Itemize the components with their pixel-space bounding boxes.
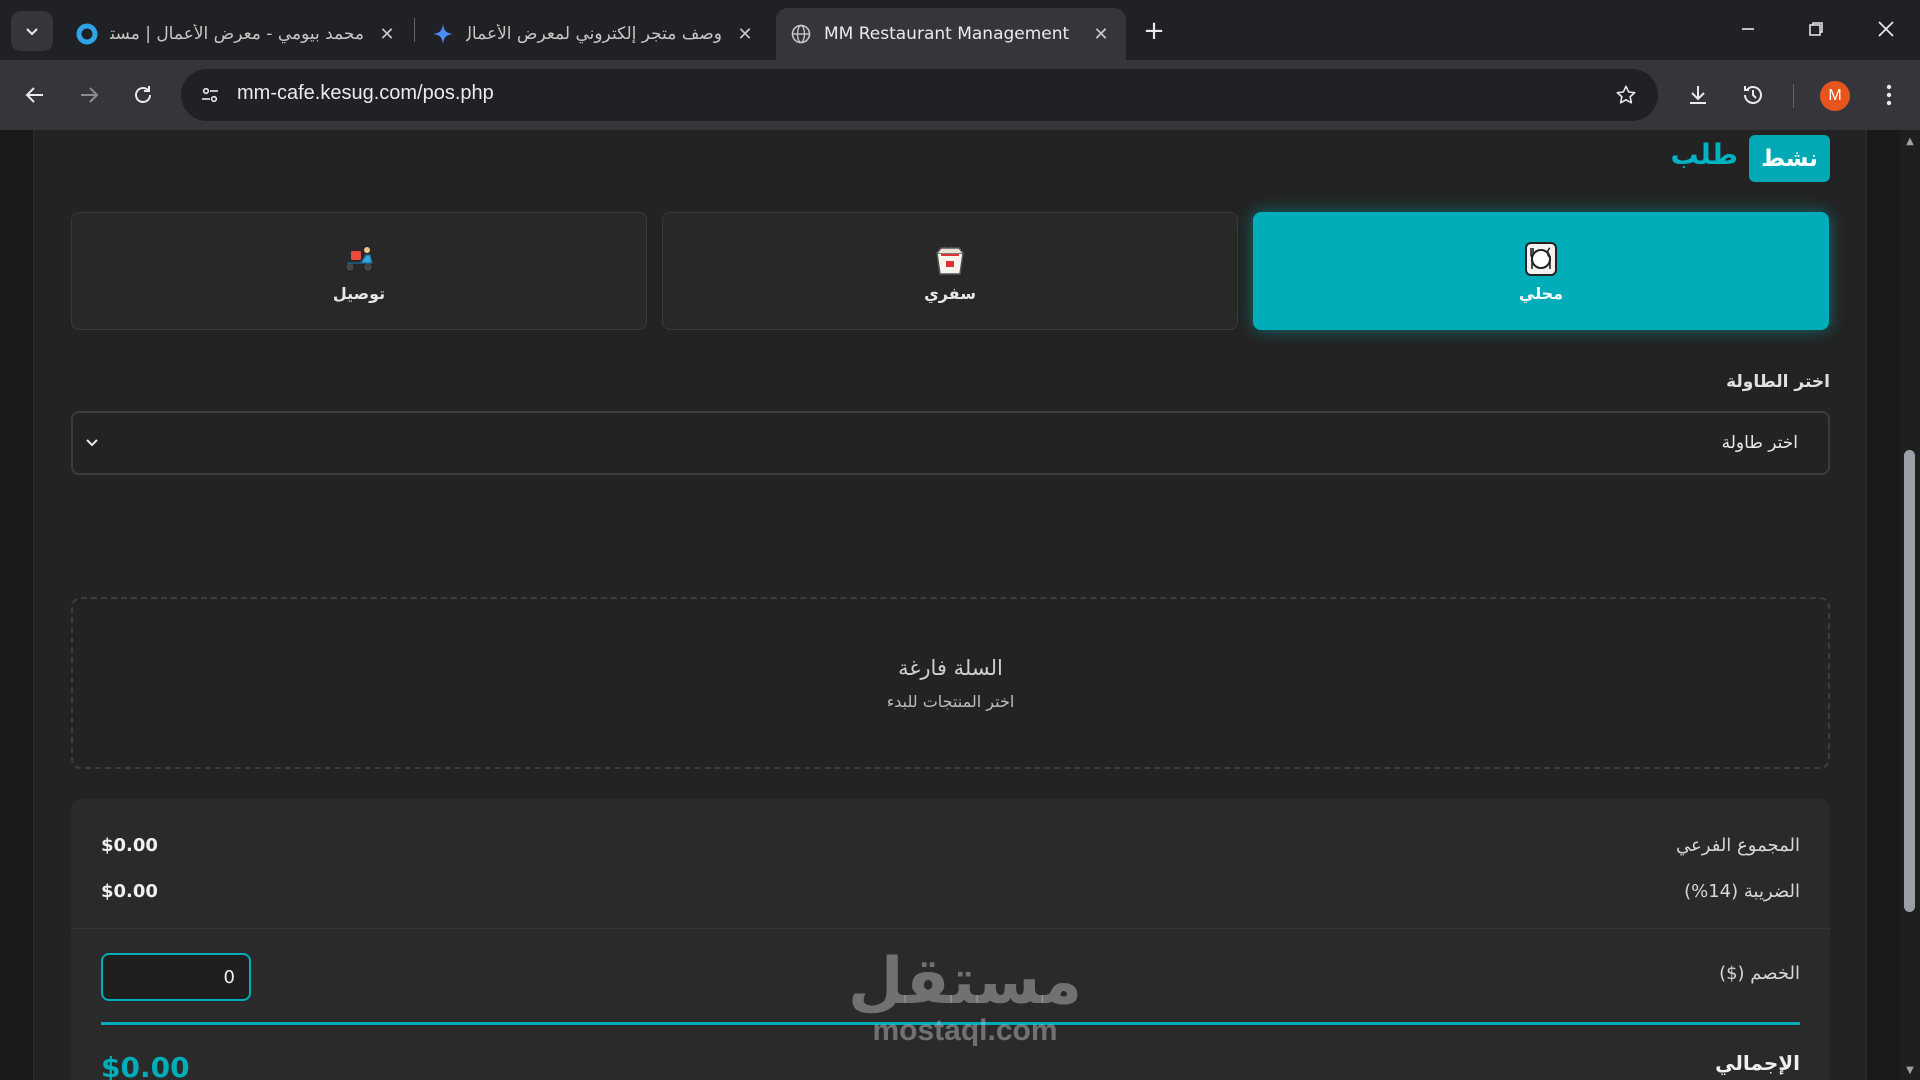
scrollbar-thumb[interactable] [1904,450,1915,912]
total-row: الإجمالي $0.00 [101,1051,1800,1080]
menu-icon[interactable] [1870,76,1908,114]
browser-tab-strip: محمد بيومي - معرض الأعمال | مستقل ✕ وصف … [0,0,1920,60]
back-icon[interactable] [14,74,56,116]
close-icon[interactable]: ✕ [376,23,398,45]
table-select-value: اختر طاولة [1721,433,1798,453]
browser-toolbar: mm-cafe.kesug.com/pos.php [0,60,1920,130]
total-value: $0.00 [101,1051,190,1080]
site-info-icon[interactable] [195,80,225,110]
scroll-up-icon[interactable]: ▲ [1903,137,1917,147]
chevron-down-icon [26,28,38,36]
close-icon[interactable]: ✕ [1090,23,1112,45]
mostaql-favicon-icon [76,23,98,45]
tax-value: $0.00 [101,881,158,902]
close-window-icon[interactable] [1860,8,1912,50]
discount-row: الخصم ($) [101,963,1800,993]
subtotal-row: المجموع الفرعي $0.00 [101,835,1800,865]
url-text[interactable]: mm-cafe.kesug.com/pos.php [237,82,494,105]
tax-row: الضريبة (14%) $0.00 [101,881,1800,911]
reload-icon[interactable] [122,74,164,116]
browser-tab-1[interactable]: محمد بيومي - معرض الأعمال | مستقل ✕ [62,8,412,60]
history-icon[interactable] [1734,76,1772,114]
tab-title: MM Restaurant Management [824,24,1070,44]
discount-label: الخصم ($) [1719,963,1800,984]
discount-input[interactable] [101,953,251,1001]
cart-empty-hint: اختر المنتجات للبدء [886,691,1015,711]
tab-title: وصف متجر إلكتروني لمعرض الأعمال [466,24,722,44]
table-select-label: اختر الطاولة [1726,372,1830,392]
globe-icon [790,23,812,45]
tab-title: محمد بيومي - معرض الأعمال | مستقل [110,24,364,44]
order-title: طلب [1670,138,1738,171]
cart-empty-state: السلة فارغة اختر المنتجات للبدء [71,597,1830,769]
gemini-sparkle-icon [432,23,454,45]
takeaway-box-icon [932,240,968,278]
minimize-icon[interactable] [1722,8,1774,50]
chevron-down-icon [81,431,103,453]
browser-tab-2[interactable]: وصف متجر إلكتروني لمعرض الأعمال ✕ [418,8,770,60]
order-type-delivery[interactable]: توصيل [71,212,647,330]
close-icon[interactable]: ✕ [734,23,756,45]
dine-in-icon [1522,240,1560,278]
cart-empty-title: السلة فارغة [898,655,1003,680]
tax-label: الضريبة (14%) [1684,881,1800,902]
order-type-label: توصيل [332,283,386,303]
tab-search-button[interactable] [11,11,53,51]
order-type-takeaway[interactable]: سفري [662,212,1238,330]
profile-avatar[interactable]: M [1820,81,1850,111]
restore-icon[interactable] [1790,8,1842,50]
order-type-label: محلي [1518,283,1564,303]
total-divider [101,1022,1800,1025]
order-type-local[interactable]: محلي [1253,212,1829,330]
toolbar-divider [1793,84,1794,108]
address-bar[interactable]: mm-cafe.kesug.com/pos.php [181,69,1658,121]
download-icon[interactable] [1679,76,1717,114]
subtotal-value: $0.00 [101,835,158,856]
order-summary: المجموع الفرعي $0.00 الضريبة (14%) $0.00… [71,799,1830,1080]
status-badge: نشط [1749,135,1830,182]
bookmark-star-icon[interactable] [1612,81,1640,109]
delivery-scooter-icon [341,240,377,278]
subtotal-label: المجموع الفرعي [1676,835,1800,856]
table-select[interactable]: اختر طاولة [71,411,1830,475]
summary-divider [71,928,1830,929]
total-label: الإجمالي [1715,1051,1800,1075]
scroll-down-icon[interactable]: ▼ [1903,1066,1917,1076]
forward-icon[interactable] [68,74,110,116]
browser-tab-active[interactable]: MM Restaurant Management ✕ [776,8,1126,60]
new-tab-icon[interactable]: + [1137,14,1171,48]
tab-separator [414,18,415,42]
order-type-label: سفري [924,283,976,303]
